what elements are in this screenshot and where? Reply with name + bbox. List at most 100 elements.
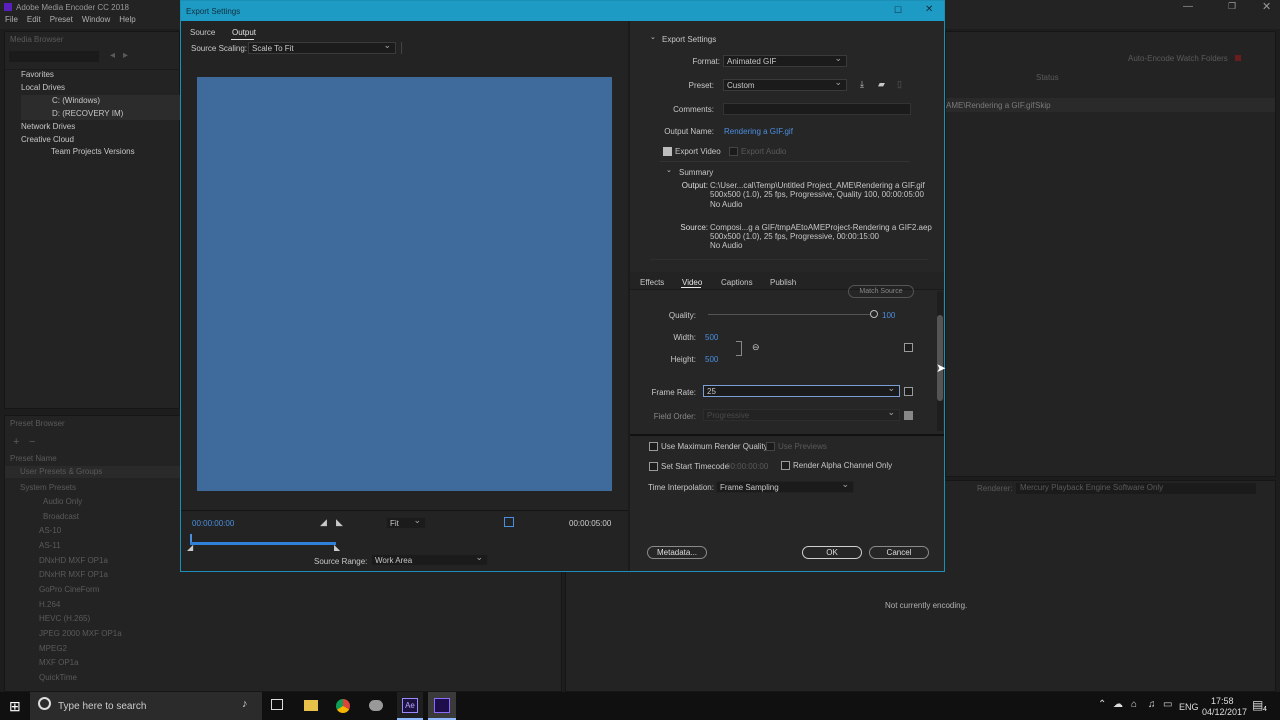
- link-icon[interactable]: ⊖: [752, 342, 760, 353]
- tab-publish[interactable]: Publish: [770, 278, 796, 287]
- location-dropdown[interactable]: [9, 51, 99, 62]
- output-name-link[interactable]: Rendering a GIF.gif: [724, 127, 793, 136]
- export-video-checkbox[interactable]: [663, 147, 672, 156]
- task-view-icon[interactable]: [271, 699, 283, 710]
- delete-preset-icon[interactable]: ▯: [897, 79, 902, 90]
- tab-captions[interactable]: Captions: [721, 278, 753, 287]
- after-effects-taskbar-item[interactable]: Ae: [397, 692, 423, 720]
- menu-file[interactable]: File: [5, 15, 18, 24]
- out-point-marker-icon[interactable]: ◣: [334, 543, 340, 552]
- menu-preset[interactable]: Preset: [50, 15, 73, 24]
- quality-value[interactable]: 100: [882, 311, 895, 320]
- list-item[interactable]: GoPro CineForm: [39, 585, 99, 594]
- time-interp-dropdown[interactable]: Frame Sampling: [716, 479, 854, 493]
- width-value[interactable]: 500: [705, 333, 718, 342]
- clock-date[interactable]: 04/12/2017: [1202, 707, 1247, 717]
- list-item[interactable]: MPEG2: [39, 644, 67, 653]
- preset-dropdown[interactable]: Custom: [723, 77, 847, 91]
- maximize-icon[interactable]: ☐: [894, 5, 902, 16]
- list-item[interactable]: Audio Only: [43, 497, 82, 506]
- render-alpha-checkbox[interactable]: [781, 461, 790, 470]
- list-item[interactable]: DNxHD MXF OP1a: [39, 556, 108, 565]
- list-item[interactable]: System Presets: [20, 483, 76, 492]
- renderer-dropdown[interactable]: Mercury Playback Engine Software Only: [1016, 483, 1256, 494]
- list-item[interactable]: QuickTime: [39, 673, 77, 682]
- close-icon[interactable]: ✕: [925, 4, 933, 15]
- ok-button[interactable]: OK: [802, 546, 862, 559]
- network-icon[interactable]: ⌂: [1131, 699, 1137, 710]
- tree-local-drives[interactable]: Local Drives: [21, 83, 65, 92]
- tab-source[interactable]: Source: [190, 28, 215, 37]
- tab-output[interactable]: Output: [232, 28, 256, 37]
- scrollbar-thumb[interactable]: [937, 315, 943, 401]
- import-preset-icon[interactable]: ▰: [878, 79, 885, 90]
- menu-edit[interactable]: Edit: [27, 15, 41, 24]
- search-box[interactable]: Type here to search ♪: [30, 692, 262, 720]
- clock-time[interactable]: 17:58: [1211, 696, 1234, 706]
- set-in-point-icon[interactable]: ◢: [320, 517, 327, 528]
- source-range-dropdown[interactable]: Work Area: [371, 552, 488, 566]
- chevron-down-icon[interactable]: ⌄: [666, 166, 672, 174]
- quality-slider-track[interactable]: [708, 314, 874, 315]
- comments-field[interactable]: [723, 103, 911, 115]
- windows-start-icon[interactable]: ⊞: [9, 698, 21, 715]
- list-item[interactable]: HEVC (H.265): [39, 614, 90, 623]
- set-start-timecode-checkbox[interactable]: [649, 462, 658, 471]
- chrome-icon[interactable]: [336, 699, 350, 713]
- language-indicator[interactable]: ENG: [1179, 702, 1199, 712]
- battery-icon[interactable]: ▭: [1163, 699, 1172, 710]
- list-item[interactable]: Broadcast: [43, 512, 79, 521]
- column-status[interactable]: Status: [1036, 73, 1059, 82]
- frame-rate-override-checkbox[interactable]: [904, 387, 913, 396]
- panel-title[interactable]: Preset Browser: [10, 419, 65, 428]
- add-preset-icon[interactable]: +: [13, 436, 19, 448]
- in-point-marker-icon[interactable]: ◢: [187, 543, 193, 552]
- frame-rate-dropdown[interactable]: 25: [703, 383, 900, 397]
- menu-window[interactable]: Window: [82, 15, 110, 24]
- list-item[interactable]: H.264: [39, 600, 60, 609]
- match-source-button[interactable]: Match Source: [848, 285, 914, 298]
- current-time[interactable]: 00:00:00:00: [192, 519, 234, 528]
- save-preset-icon[interactable]: ⤓: [860, 79, 864, 90]
- cancel-button[interactable]: Cancel: [869, 546, 929, 559]
- volume-icon[interactable]: ♫: [1148, 699, 1156, 710]
- search-input[interactable]: Type here to search: [58, 701, 146, 712]
- list-item[interactable]: User Presets & Groups: [20, 467, 102, 476]
- use-previews-checkbox[interactable]: [766, 442, 775, 451]
- aspect-toggle-icon[interactable]: [504, 517, 514, 527]
- tree-creative-cloud[interactable]: Creative Cloud: [21, 135, 74, 144]
- export-audio-checkbox[interactable]: [729, 147, 738, 156]
- tree-team-projects[interactable]: Team Projects Versions: [51, 147, 135, 156]
- height-value[interactable]: 500: [705, 355, 718, 364]
- file-explorer-icon[interactable]: [304, 700, 318, 711]
- field-order-override-checkbox[interactable]: [904, 411, 913, 420]
- list-item[interactable]: AS-10: [39, 526, 61, 535]
- media-encoder-taskbar-item[interactable]: [428, 692, 456, 720]
- zoom-dropdown[interactable]: Fit: [386, 515, 426, 529]
- export-settings-header[interactable]: Export Settings: [662, 35, 716, 44]
- tab-effects[interactable]: Effects: [640, 278, 664, 287]
- format-dropdown[interactable]: Animated GIF: [723, 53, 847, 67]
- list-item[interactable]: DNxHR MXF OP1a: [39, 570, 108, 579]
- tree-network-drives[interactable]: Network Drives: [21, 122, 75, 131]
- summary-header[interactable]: Summary: [679, 168, 713, 177]
- chevron-down-icon[interactable]: ⌄: [650, 33, 656, 41]
- stop-queue-icon[interactable]: [1235, 55, 1241, 61]
- panel-title[interactable]: Media Browser: [10, 35, 63, 44]
- start-timecode-value[interactable]: 00:00:00:00: [726, 462, 768, 471]
- field-order-dropdown[interactable]: Progressive: [703, 407, 900, 421]
- microphone-icon[interactable]: ♪: [242, 698, 248, 710]
- tree-drive-d[interactable]: D: (RECOVERY IM): [52, 109, 123, 118]
- list-item[interactable]: JPEG 2000 MXF OP1a: [39, 629, 122, 638]
- menu-help[interactable]: Help: [119, 15, 135, 24]
- remove-preset-icon[interactable]: −: [29, 436, 35, 448]
- column-preset-name[interactable]: Preset Name: [10, 454, 57, 463]
- tree-drive-c[interactable]: C: (Windows): [52, 96, 100, 105]
- notifications-icon[interactable]: ▤: [1252, 698, 1263, 712]
- close-icon[interactable]: ✕: [1262, 0, 1271, 13]
- playhead[interactable]: [190, 534, 192, 542]
- source-scaling-dropdown[interactable]: Scale To Fit: [248, 40, 396, 54]
- dimension-override-checkbox[interactable]: [904, 343, 913, 352]
- minimize-icon[interactable]: —: [1183, 1, 1193, 12]
- tree-favorites[interactable]: Favorites: [21, 70, 54, 79]
